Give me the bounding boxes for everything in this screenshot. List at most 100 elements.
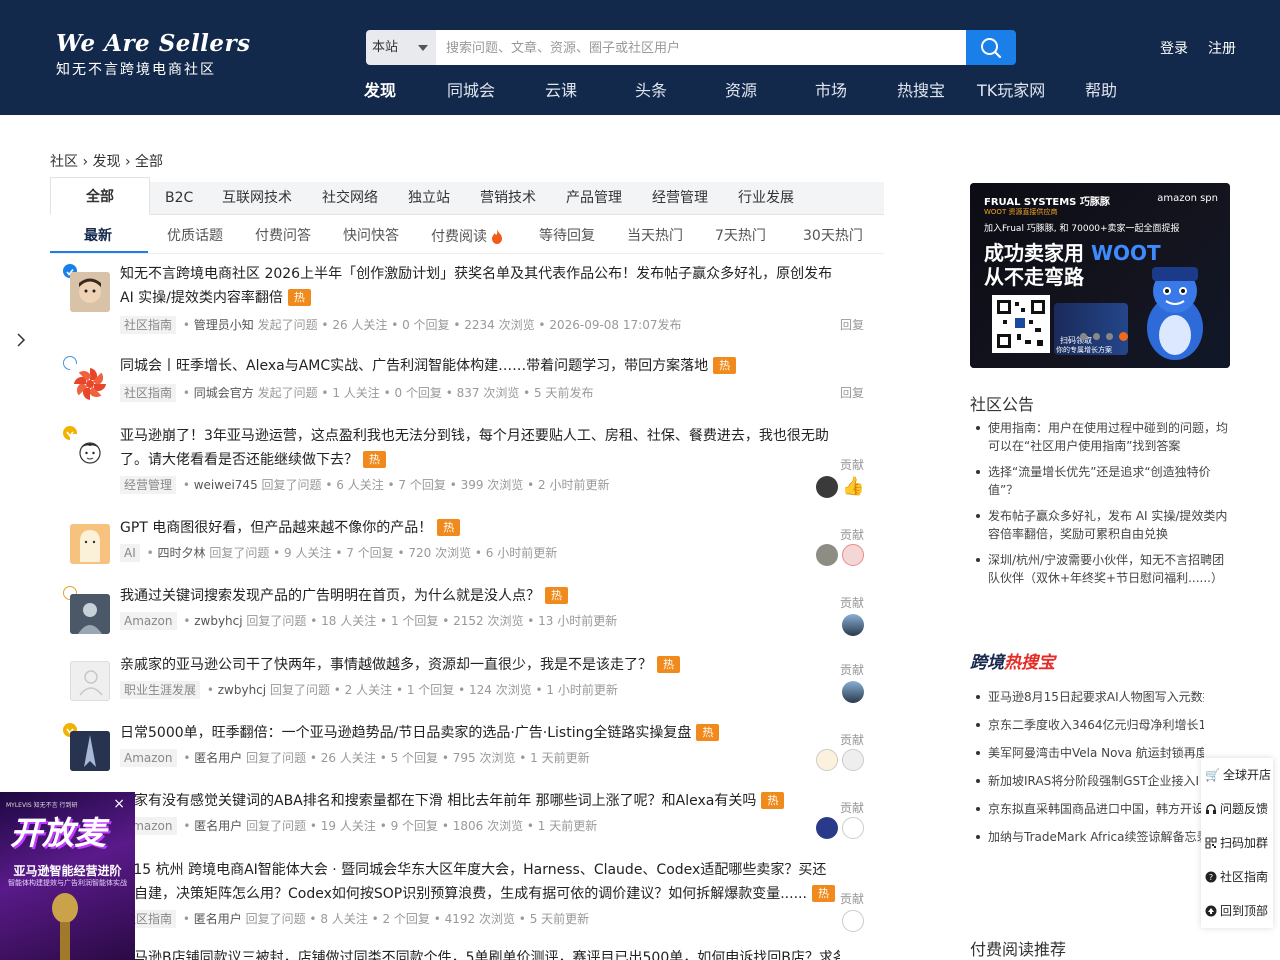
question-title[interactable]: 亚马逊崩了！3年亚马逊运营，这点盈利我也无法分到钱，每个月还要贴人工、房租、社保… — [120, 424, 840, 472]
sort-paid-reading[interactable]: 付费阅读 — [431, 222, 503, 251]
thumbs-up-icon[interactable]: 👍 — [842, 476, 864, 498]
announcement-item[interactable]: 使用指南：用户在使用过程中碰到的问题，均可以在“社区用户使用指南”找到答案 — [974, 419, 1232, 455]
carousel-dot-active[interactable] — [1119, 332, 1128, 341]
announcement-item[interactable]: 选择“流量增长优先”还是追求“创造独特价值”？ — [974, 463, 1232, 499]
hot-news-item[interactable]: 新加坡IRAS将分阶段强制GST企业接入I — [974, 772, 1204, 790]
question-title[interactable]: 知无不言跨境电商社区 2026上半年「创作激励计划」获奖名单及其代表作品公布！发… — [120, 262, 840, 310]
author-name[interactable]: weiwei745 — [194, 478, 258, 492]
login-link[interactable]: 登录 — [1160, 38, 1188, 58]
author-name[interactable]: zwbyhcj — [194, 614, 242, 628]
tab-social-network[interactable]: 社交网络 — [322, 182, 378, 215]
sort-awaiting-reply[interactable]: 等待回复 — [539, 222, 595, 250]
join-group-button[interactable]: 扫码加群 — [1201, 826, 1273, 860]
contributor-avatar[interactable] — [842, 749, 864, 771]
contributor-avatar[interactable] — [842, 817, 864, 839]
sort-7day-hot[interactable]: 7天热门 — [715, 222, 766, 250]
question-title[interactable]: 大家有没有感觉关键词的ABA排名和搜索量都在下滑 相比去年前年 那哪些词上涨了呢… — [120, 789, 840, 813]
promo-popup[interactable]: MYLEVIS 知无不言 行到研 × 开放麦 亚马逊智能经营进阶 智能体构建提效… — [0, 792, 135, 960]
avatar[interactable] — [70, 364, 110, 404]
contributor-avatar[interactable] — [842, 544, 864, 566]
question-title[interactable]: 同城会丨旺季增长、Alexa与AMC实战、广告利润智能体构建……带着问题学习，带… — [120, 354, 840, 378]
topic-tag[interactable]: 职业生涯发展 — [120, 681, 201, 699]
topic-tag[interactable]: Amazon — [120, 749, 177, 767]
nav-hot-search[interactable]: 热搜宝 — [897, 80, 977, 102]
author-name[interactable]: 管理员小知 — [194, 318, 254, 332]
author-name[interactable]: 匿名用户 — [194, 751, 242, 765]
contributor-avatar[interactable] — [842, 910, 864, 932]
hot-search-logo[interactable]: 跨境热搜宝 — [970, 648, 1055, 673]
author-name[interactable]: 匿名用户 — [194, 912, 242, 926]
contributor-avatar[interactable] — [842, 614, 864, 636]
topic-tag[interactable]: 社区指南 — [120, 384, 177, 402]
avatar[interactable] — [70, 434, 110, 474]
topic-tag[interactable]: 经营管理 — [120, 476, 177, 494]
question-title[interactable]: 我通过关键词搜索发现产品的广告明明在首页，为什么就是没人点？ 热 — [120, 584, 840, 608]
announcement-item[interactable]: 发布帖子赢众多好礼，发布 AI 实操/提效类内容倍率翻倍，奖励可累积自由兑换 — [974, 507, 1232, 543]
sort-today-hot[interactable]: 当天热门 — [627, 222, 683, 250]
avatar[interactable] — [70, 272, 110, 312]
carousel-dot[interactable] — [1080, 333, 1087, 340]
feedback-button[interactable]: 问题反馈 — [1201, 792, 1273, 826]
community-guide-button[interactable]: ? 社区指南 — [1201, 860, 1273, 894]
global-store-button[interactable]: 🛒 全球开店 — [1201, 758, 1273, 792]
sort-quality-topics[interactable]: 优质话题 — [167, 222, 223, 250]
carousel-dot[interactable] — [1106, 333, 1113, 340]
nav-resources[interactable]: 资源 — [725, 80, 815, 102]
tab-internet-tech[interactable]: 互联网技术 — [222, 182, 292, 215]
tab-independent-site[interactable]: 独立站 — [408, 182, 450, 215]
topic-tag[interactable]: 社区指南 — [120, 316, 177, 334]
sort-latest[interactable]: 最新 — [84, 222, 112, 250]
nav-market[interactable]: 市场 — [815, 80, 897, 102]
reply-link[interactable]: 回复 — [840, 316, 864, 333]
hot-news-item[interactable]: 京东拟直采韩国商品进口中国，韩方开设 — [974, 800, 1204, 818]
tab-business-management[interactable]: 经营管理 — [652, 182, 708, 215]
author-name[interactable]: 同城会官方 — [194, 386, 254, 400]
tab-product-management[interactable]: 产品管理 — [566, 182, 622, 215]
nav-headlines[interactable]: 头条 — [635, 80, 725, 102]
nav-discover[interactable]: 发现 — [364, 80, 447, 102]
topic-tag[interactable]: Amazon — [120, 612, 177, 630]
question-title[interactable]: GPT 电商图很好看，但产品越来越不像你的产品！热 — [120, 516, 840, 540]
nav-city-meetup[interactable]: 同城会 — [447, 80, 545, 102]
question-title[interactable]: 日常5000单，旺季翻倍：一个亚马逊趋势品/节日品卖家的选品·广告·Listin… — [120, 721, 840, 745]
sort-paid-qa[interactable]: 付费问答 — [255, 222, 311, 250]
contributor-avatar[interactable] — [816, 476, 838, 498]
hot-news-item[interactable]: 美军阿曼湾击中Vela Nova 航运封锁再度升级 — [974, 744, 1204, 762]
search-scope-select[interactable]: 本站 — [366, 30, 436, 65]
reply-link[interactable]: 回复 — [840, 384, 864, 401]
author-name[interactable]: 匿名用户 — [194, 819, 242, 833]
hot-news-item[interactable]: 京东二季度收入3464亿元归母净利增长14.5% — [974, 716, 1204, 734]
avatar[interactable] — [70, 524, 110, 564]
carousel-dot[interactable] — [1093, 333, 1100, 340]
sort-quick-qa[interactable]: 快问快答 — [343, 222, 399, 250]
hot-news-item[interactable]: 加纳与TradeMark Africa续签谅解备忘录 — [974, 828, 1204, 846]
close-icon[interactable]: × — [113, 796, 125, 812]
question-title[interactable]: 亲戚家的亚马逊公司干了快两年，事情越做越多，资源却一直很少，我是不是该走了？ 热 — [120, 653, 840, 677]
contributor-avatar[interactable] — [842, 681, 864, 703]
tab-all[interactable]: 全部 — [50, 177, 150, 215]
nav-tk-players[interactable]: TK玩家网 — [977, 80, 1085, 102]
author-name[interactable]: zwbyhcj — [218, 683, 266, 697]
tab-marketing-tech[interactable]: 营销技术 — [480, 182, 536, 215]
search-button[interactable] — [966, 30, 1016, 65]
contributor-avatar[interactable] — [816, 544, 838, 566]
question-title[interactable]: 9.15 杭州 跨境电商AI智能体大会 · 暨同城会华东大区年度大会，Harne… — [120, 858, 840, 906]
avatar[interactable] — [70, 594, 110, 634]
contributor-avatar[interactable] — [816, 817, 838, 839]
tab-b2c[interactable]: B2C — [165, 182, 193, 215]
register-link[interactable]: 注册 — [1208, 38, 1236, 58]
avatar[interactable] — [70, 661, 110, 701]
nav-cloud-course[interactable]: 云课 — [545, 80, 635, 102]
nav-help[interactable]: 帮助 — [1085, 80, 1135, 102]
author-name[interactable]: 四时夕林 — [157, 546, 205, 560]
avatar[interactable] — [70, 731, 110, 771]
tab-industry-development[interactable]: 行业发展 — [738, 182, 794, 215]
announcement-item[interactable]: 深圳/杭州/宁波需要小伙伴，知无不言招聘团队伙伴（双休+年终奖+节日慰问福利..… — [974, 551, 1232, 587]
search-input[interactable] — [436, 30, 966, 65]
site-logo[interactable]: We Are Sellers 知无不言跨境电商社区 — [56, 30, 251, 80]
hot-news-item[interactable]: 亚马逊8月15日起要求AI人物图写入元数据 — [974, 688, 1204, 706]
topic-tag[interactable]: AI — [120, 544, 140, 562]
sort-30day-hot[interactable]: 30天热门 — [803, 222, 863, 250]
sidebar-ad-banner[interactable]: FRUAL SYSTEMS 巧豚豚 amazon spn WOOT 资源直接供应… — [970, 183, 1230, 368]
back-to-top-button[interactable]: 回到顶部 — [1201, 894, 1273, 928]
